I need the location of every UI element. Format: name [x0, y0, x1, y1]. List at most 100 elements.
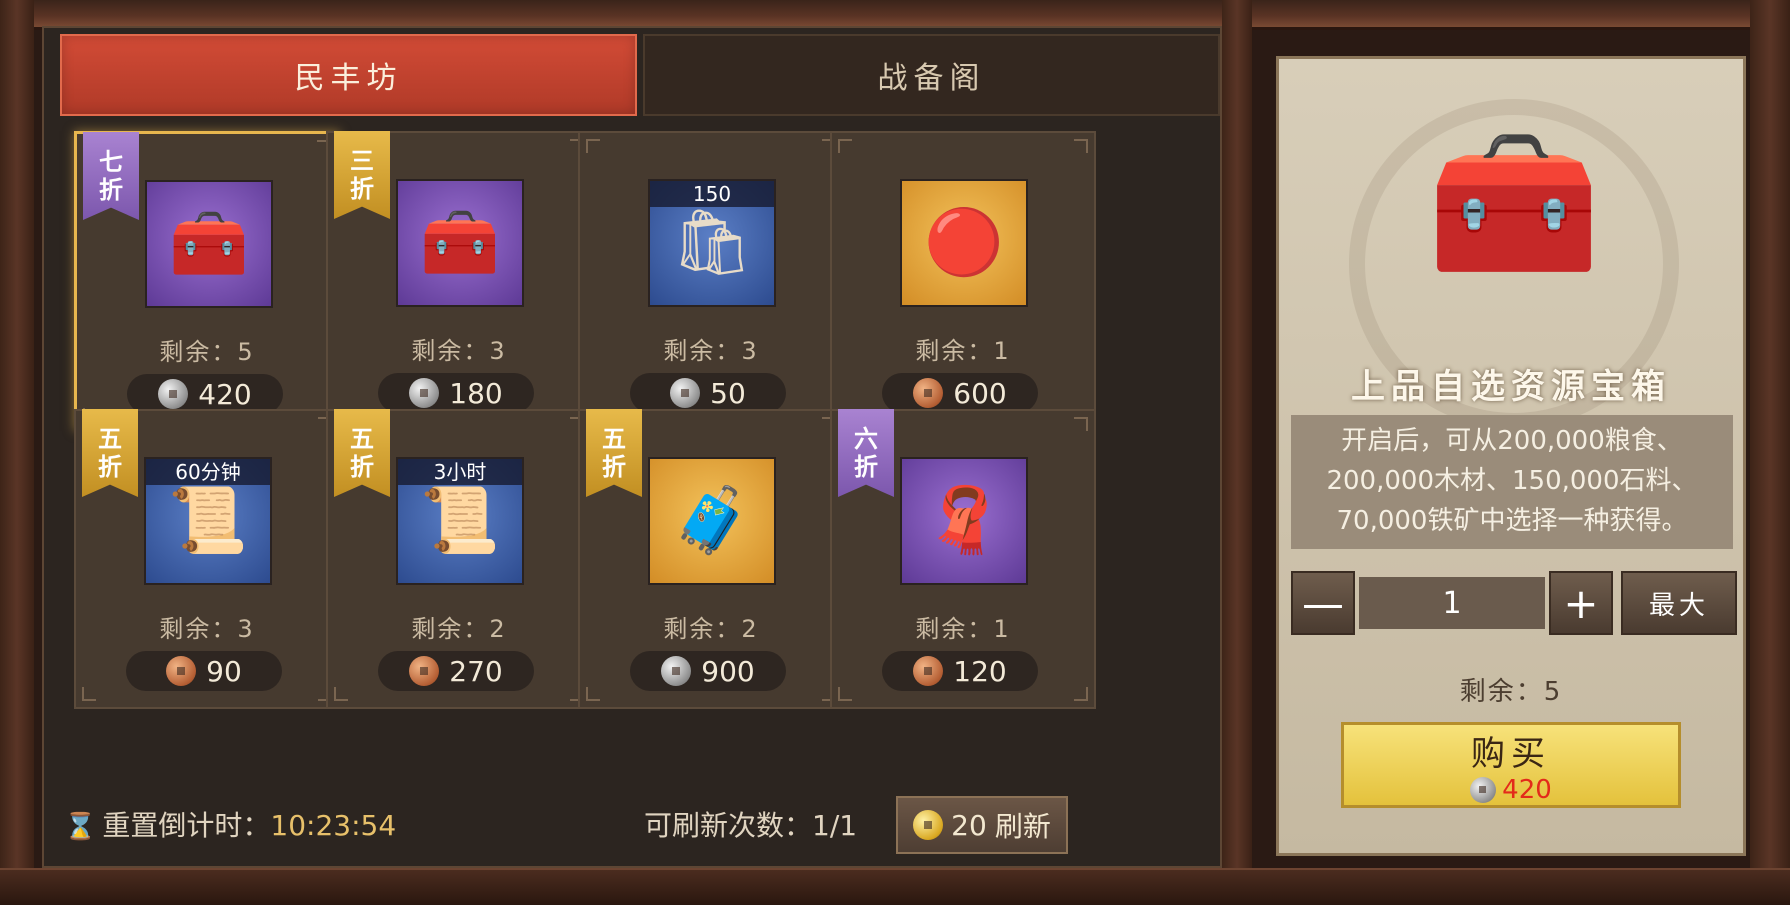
quantity-stepper: — 1 + 最大 — [1291, 571, 1737, 635]
remaining-count: 剩余：3 — [411, 337, 507, 365]
increase-button[interactable]: + — [1549, 571, 1613, 635]
item-art: 📜 — [168, 484, 248, 558]
shop-item-card[interactable]: 五折 🧳 剩余：2 900 — [578, 409, 844, 709]
copper-coin-icon — [913, 656, 944, 686]
item-price: 120 — [882, 651, 1038, 691]
discount-digit: 六 — [854, 425, 878, 453]
corner-ornament — [586, 687, 600, 701]
desc-line-3: 70,000铁矿中选择一种获得。 — [1336, 506, 1688, 536]
corner-ornament — [1074, 417, 1088, 431]
shop-item-card[interactable]: 150 🛍 剩余：3 50 — [578, 131, 844, 431]
shop-tabs: 民丰坊 战备阁 — [60, 34, 1220, 116]
item-amount-tag: 60分钟 — [146, 459, 270, 485]
item-price: 270 — [378, 651, 534, 691]
max-button[interactable]: 最大 — [1621, 571, 1737, 635]
discount-digit: 五 — [350, 425, 374, 453]
discount-digit: 七 — [99, 148, 123, 176]
buy-price-value: 420 — [1502, 774, 1552, 805]
discount-suffix: 折 — [98, 453, 122, 481]
corner-ornament — [1074, 687, 1088, 701]
grain-sack-icon: 150 🛍 — [648, 179, 776, 307]
speedup-scroll-icon: 3小时 📜 — [396, 457, 524, 585]
remaining-count: 剩余：3 — [663, 337, 759, 365]
item-art: 🧣 — [924, 484, 1004, 558]
shop-item-card[interactable]: 七折 🧰 剩余：5 420 — [74, 131, 340, 431]
remaining-count: 剩余：1 — [915, 615, 1011, 643]
purple-cloth-icon: 🧣 — [900, 457, 1028, 585]
buy-label: 购买 — [1471, 733, 1551, 774]
discount-ribbon: 五折 — [334, 409, 390, 497]
item-amount-tag: 3小时 — [398, 459, 522, 485]
buy-button[interactable]: 购买 420 — [1341, 722, 1681, 808]
bottom-beam — [0, 868, 1790, 905]
refresh-button[interactable]: 20 刷新 — [896, 796, 1068, 854]
price-value: 600 — [953, 376, 1007, 410]
buy-price: 420 — [1470, 775, 1552, 805]
corner-ornament — [1074, 139, 1088, 153]
shop-item-card[interactable]: 三折 🧰 剩余：3 180 — [326, 131, 592, 431]
shop-item-card[interactable]: 六折 🧣 剩余：1 120 — [830, 409, 1096, 709]
price-value: 50 — [710, 376, 746, 410]
item-price: 90 — [126, 651, 282, 691]
red-jade-icon: 🔴 — [900, 179, 1028, 307]
tab-minfengfang[interactable]: 民丰坊 — [60, 34, 637, 116]
item-detail-panel: 🧰 上品自选资源宝箱 开启后，可从200,000粮食、 200,000木材、15… — [1276, 56, 1746, 856]
right-pillar — [1750, 0, 1790, 905]
item-art: 📜 — [420, 484, 500, 558]
corner-ornament — [82, 687, 96, 701]
resource-chest-icon: 🧰 — [1426, 122, 1602, 285]
corner-ornament — [838, 687, 852, 701]
tab-zhanbeige[interactable]: 战备阁 — [643, 34, 1220, 116]
discount-suffix: 折 — [350, 175, 374, 203]
refresh-label: 刷新 — [994, 810, 1051, 843]
desc-line-1: 开启后，可从200,000粮食、 — [1341, 426, 1683, 456]
discount-ribbon: 三折 — [334, 131, 390, 219]
shop-panel: 民丰坊 战备阁 七折 🧰 剩余：5 420 三折 🧰 剩余：3 180 150 🛍 剩余：3 50 🔴 剩… — [42, 26, 1222, 868]
resource-chest-icon: 🧰 — [145, 180, 273, 308]
copper-coin-icon — [166, 656, 197, 686]
silver-coin-icon — [158, 379, 189, 409]
decrease-button[interactable]: — — [1291, 571, 1355, 635]
discount-ribbon: 五折 — [82, 409, 138, 497]
middle-pillar — [1222, 0, 1252, 905]
gold-coin-icon — [913, 810, 944, 840]
item-price: 600 — [882, 373, 1038, 413]
refresh-count: 可刷新次数：1/1 — [644, 809, 858, 842]
shop-item-card[interactable]: 🔴 剩余：1 600 — [830, 131, 1096, 431]
item-art: 🧰 — [169, 207, 249, 281]
item-art: 🧳 — [672, 484, 752, 558]
item-price: 900 — [630, 651, 786, 691]
corner-ornament — [586, 139, 600, 153]
reset-label: 重置倒计时： — [102, 809, 271, 842]
discount-ribbon: 五折 — [586, 409, 642, 497]
remaining-count: 剩余：2 — [663, 615, 759, 643]
discount-suffix: 折 — [350, 453, 374, 481]
price-value: 120 — [953, 654, 1007, 688]
desc-line-2: 200,000木材、150,000石料、 — [1326, 466, 1698, 496]
speedup-scroll-icon: 60分钟 📜 — [144, 457, 272, 585]
shop-item-card[interactable]: 五折 60分钟 📜 剩余：3 90 — [74, 409, 340, 709]
item-price: 180 — [378, 373, 534, 413]
copper-coin-icon — [913, 378, 944, 408]
silver-coin-icon — [409, 378, 440, 408]
detail-remain: 剩余：5 — [1459, 677, 1563, 707]
remaining-count: 剩余：2 — [411, 615, 507, 643]
item-price: 420 — [127, 374, 283, 414]
price-value: 900 — [701, 654, 755, 688]
reset-countdown: ⌛ 重置倒计时：10:23:54 — [64, 804, 396, 844]
item-amount-tag: 150 — [650, 181, 774, 207]
price-value: 420 — [198, 377, 252, 411]
reset-time: 10:23:54 — [270, 809, 397, 842]
silver-coin-icon — [1470, 776, 1497, 803]
item-art: 🔴 — [924, 206, 1004, 280]
discount-suffix: 折 — [602, 453, 626, 481]
quantity-value[interactable]: 1 — [1359, 577, 1545, 629]
item-art: 🧰 — [420, 206, 500, 280]
item-title: 上品自选资源宝箱 — [1351, 367, 1671, 407]
corner-ornament — [838, 139, 852, 153]
silver-coin-icon — [670, 378, 701, 408]
hourglass-icon: ⌛ — [64, 812, 97, 842]
discount-digit: 五 — [98, 425, 122, 453]
corner-ornament — [334, 687, 348, 701]
shop-item-card[interactable]: 五折 3小时 📜 剩余：2 270 — [326, 409, 592, 709]
